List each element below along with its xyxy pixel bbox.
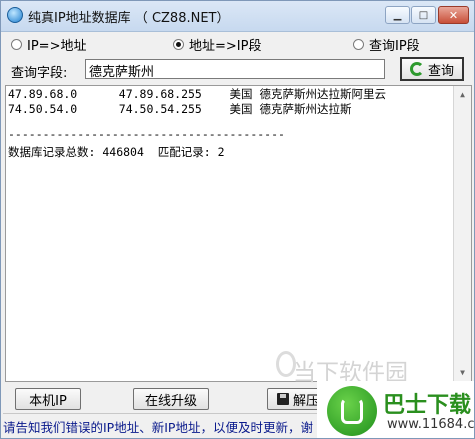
refresh-icon — [409, 62, 424, 76]
radio-query-ip-range[interactable] — [353, 39, 364, 50]
local-ip-button[interactable]: 本机IP — [15, 388, 81, 410]
result-line: 47.89.68.0 47.89.68.255 美国 德克萨斯州达拉斯阿里云 — [8, 87, 386, 101]
mode-label: 查询IP段 — [369, 39, 420, 54]
app-icon — [7, 7, 23, 23]
online-update-label: 在线升级 — [144, 393, 197, 409]
close-icon: ✕ — [448, 8, 459, 22]
site-logo-icon — [327, 386, 377, 436]
maximize-button[interactable]: □ — [411, 6, 436, 24]
query-button[interactable]: 查询 — [400, 57, 464, 81]
query-input[interactable]: 德克萨斯州 — [85, 59, 385, 80]
main-window: 纯真IP地址数据库 （ CZ88.NET） ▁ □ ✕ IP=>地址 地址=>I… — [0, 0, 475, 439]
site-badge: 巴士下载 www.11684.com — [317, 381, 475, 438]
maximize-icon: □ — [418, 9, 429, 21]
site-badge-title: 巴士下载 — [383, 393, 472, 418]
mode-label: IP=>地址 — [27, 39, 87, 54]
site-badge-url: www.11684.com — [387, 417, 475, 432]
mode-selector: IP=>地址 地址=>IP段 查询IP段 — [1, 35, 474, 54]
minimize-button[interactable]: ▁ — [385, 6, 410, 24]
mode-query-ip-range[interactable]: 查询IP段 — [353, 35, 420, 54]
mode-address-to-ip-range[interactable]: 地址=>IP段 — [173, 35, 261, 54]
result-line: 74.50.54.0 74.50.54.255 美国 德克萨斯州达拉斯 — [8, 102, 352, 116]
close-button[interactable]: ✕ — [438, 6, 469, 24]
scroll-down-arrow-icon[interactable]: ▼ — [454, 364, 471, 381]
query-label: 查询字段: — [11, 66, 68, 81]
mode-ip-to-address[interactable]: IP=>地址 — [11, 35, 86, 54]
results-area[interactable]: 47.89.68.0 47.89.68.255 美国 德克萨斯州达拉斯阿里云 7… — [5, 85, 472, 382]
extract-label: 解压 — [292, 393, 319, 409]
scroll-up-arrow-icon[interactable]: ▲ — [454, 86, 471, 103]
radio-address-to-ip-range[interactable] — [173, 39, 184, 50]
title-bar[interactable]: 纯真IP地址数据库 （ CZ88.NET） ▁ □ ✕ — [1, 1, 474, 32]
minimize-icon: ▁ — [393, 9, 402, 21]
radio-ip-to-address[interactable] — [11, 39, 22, 50]
save-disk-icon — [276, 393, 289, 405]
separator-line: ---------------------------------------- — [8, 127, 285, 141]
online-update-button[interactable]: 在线升级 — [133, 388, 209, 410]
window-title: 纯真IP地址数据库 （ CZ88.NET） — [28, 11, 230, 26]
local-ip-label: 本机IP — [29, 393, 67, 409]
vertical-scrollbar[interactable]: ▲ ▼ — [453, 86, 471, 381]
query-button-label: 查询 — [427, 63, 454, 79]
mode-label: 地址=>IP段 — [189, 39, 262, 54]
summary-line: 数据库记录总数: 446804 匹配记录: 2 — [8, 145, 225, 159]
